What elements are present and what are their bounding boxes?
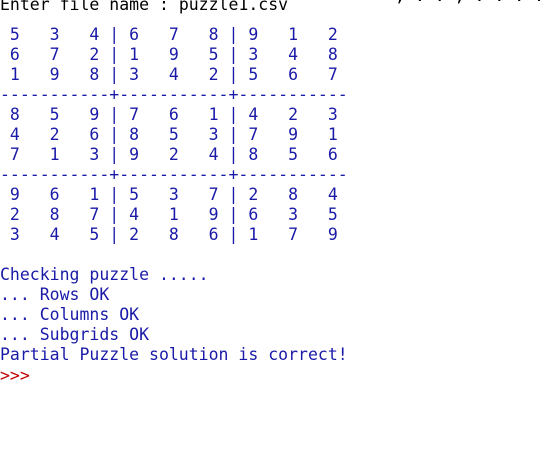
grid-row-9: 3 4 5 | 2 8 6 | 1 7 9 <box>0 225 338 244</box>
input-prompt-label: Enter file name : <box>0 0 179 14</box>
grid-row-8: 2 8 7 | 4 1 9 | 6 3 5 <box>0 205 338 224</box>
grid-row-5: 4 2 6 | 8 5 3 | 7 9 1 <box>0 125 338 144</box>
grid-row-3: 1 9 8 | 3 4 2 | 5 6 7 <box>0 65 338 84</box>
shell-console[interactable]: , . . , . . . . . Enter file name : puzz… <box>0 0 540 470</box>
clipped-top-text: , . . , . . . . . <box>395 0 540 6</box>
subgrids-ok-message: ... Subgrids OK <box>0 325 150 344</box>
grid-separator-2: -----------+-----------+----------- <box>0 165 348 184</box>
filename-input-value: puzzle1.csv <box>178 0 289 14</box>
checking-message: Checking puzzle ..... <box>0 265 209 284</box>
grid-separator-1: -----------+-----------+----------- <box>0 85 348 104</box>
grid-row-6: 7 1 3 | 9 2 4 | 8 5 6 <box>0 145 338 164</box>
rows-ok-message: ... Rows OK <box>0 285 110 304</box>
grid-row-1: 5 3 4 | 6 7 8 | 9 1 2 <box>0 25 338 44</box>
grid-row-7: 9 6 1 | 5 3 7 | 2 8 4 <box>0 185 338 204</box>
result-message: Partial Puzzle solution is correct! <box>0 345 348 364</box>
columns-ok-message: ... Columns OK <box>0 305 140 324</box>
grid-row-4: 8 5 9 | 7 6 1 | 4 2 3 <box>0 105 338 124</box>
grid-row-2: 6 7 2 | 1 9 5 | 3 4 8 <box>0 45 338 64</box>
shell-prompt[interactable]: >>> <box>0 366 30 386</box>
input-prompt-line: Enter file name : puzzle1.csv <box>0 0 288 15</box>
